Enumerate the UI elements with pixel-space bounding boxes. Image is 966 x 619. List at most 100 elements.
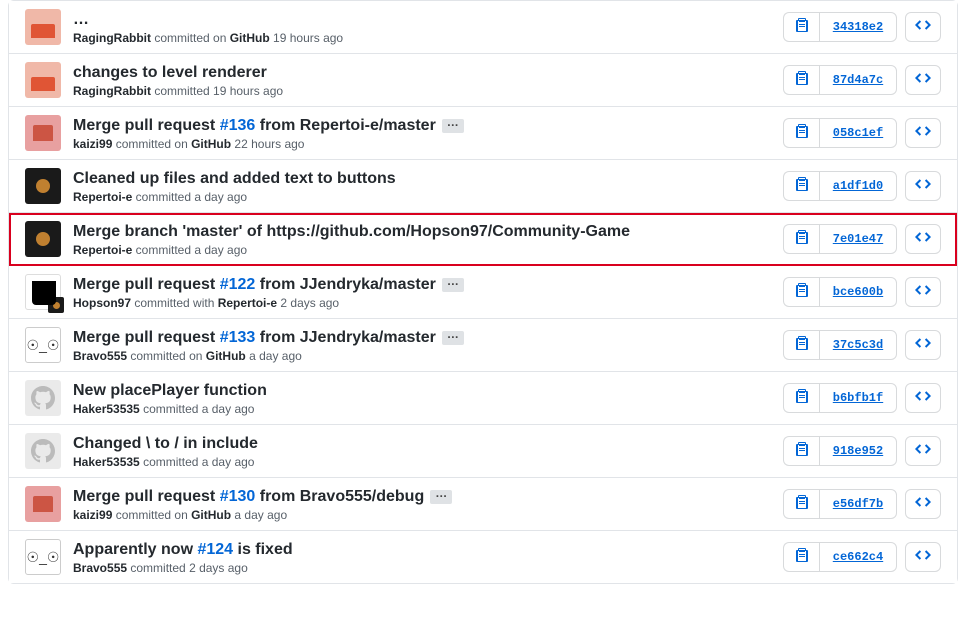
avatar[interactable] bbox=[25, 168, 61, 204]
avatar[interactable] bbox=[25, 539, 61, 575]
commit-actions: ce662c4 bbox=[783, 542, 941, 572]
avatar[interactable] bbox=[25, 274, 61, 310]
browse-repo-button[interactable] bbox=[905, 383, 941, 413]
commit-actions: b6bfb1f bbox=[783, 383, 941, 413]
commit-link[interactable]: changes to level renderer bbox=[73, 64, 267, 82]
commit-sha-link[interactable]: bce600b bbox=[819, 277, 897, 307]
commit-content: Apparently now #124 is fixed Bravo555 com… bbox=[25, 539, 783, 575]
copy-sha-button[interactable] bbox=[783, 224, 819, 254]
author-link[interactable]: RagingRabbit bbox=[73, 31, 151, 45]
copy-sha-button[interactable] bbox=[783, 65, 819, 95]
author-link[interactable]: Repertoi-e bbox=[73, 190, 132, 204]
expand-message-button[interactable] bbox=[442, 331, 464, 345]
title-pre: Merge pull request bbox=[73, 329, 220, 346]
avatar[interactable] bbox=[25, 380, 61, 416]
commit-sha-link[interactable]: 7e01e47 bbox=[819, 224, 897, 254]
copy-sha-button[interactable] bbox=[783, 277, 819, 307]
browse-repo-button[interactable] bbox=[905, 330, 941, 360]
browse-repo-button[interactable] bbox=[905, 277, 941, 307]
avatar[interactable] bbox=[25, 486, 61, 522]
commit-content: Merge branch 'master' of https://github.… bbox=[25, 221, 783, 257]
commit-link[interactable]: Merge pull request #136 from Repertoi-e/… bbox=[73, 117, 436, 135]
author-link[interactable]: Haker53535 bbox=[73, 455, 140, 469]
commit-info: Merge pull request #136 from Repertoi-e/… bbox=[73, 115, 783, 151]
browse-repo-button[interactable] bbox=[905, 171, 941, 201]
commit-actions: 34318e2 bbox=[783, 12, 941, 42]
commit-content: Changed \ to / in includeHaker53535 comm… bbox=[25, 433, 783, 469]
commit-sha-link[interactable]: a1df1d0 bbox=[819, 171, 897, 201]
avatar[interactable] bbox=[25, 327, 61, 363]
browse-repo-button[interactable] bbox=[905, 224, 941, 254]
copy-sha-button[interactable] bbox=[783, 436, 819, 466]
avatar[interactable] bbox=[25, 9, 61, 45]
copy-sha-button[interactable] bbox=[783, 542, 819, 572]
author-link[interactable]: RagingRabbit bbox=[73, 84, 151, 98]
commit-info: changes to level rendererRagingRabbit co… bbox=[73, 62, 783, 98]
commit-sha-link[interactable]: 37c5c3d bbox=[819, 330, 897, 360]
coauthor-link[interactable]: Repertoi-e bbox=[218, 296, 277, 310]
issue-link[interactable]: #136 bbox=[220, 117, 256, 134]
commit-item: …RagingRabbit committed on GitHub 19 hou… bbox=[9, 1, 957, 54]
commit-title: Merge pull request #133 from JJendryka/m… bbox=[73, 329, 783, 347]
commit-link[interactable]: Merge pull request #130 from Bravo555/de… bbox=[73, 488, 424, 506]
copy-sha-button[interactable] bbox=[783, 489, 819, 519]
commit-sha-link[interactable]: b6bfb1f bbox=[819, 383, 897, 413]
avatar[interactable] bbox=[25, 115, 61, 151]
commit-title: New placePlayer function bbox=[73, 382, 783, 400]
commit-link[interactable]: Merge pull request #122 from JJendryka/m… bbox=[73, 276, 436, 294]
meta-text: committed bbox=[132, 190, 194, 204]
issue-link[interactable]: #133 bbox=[220, 329, 256, 346]
issue-link[interactable]: #130 bbox=[220, 488, 256, 505]
copy-sha-button[interactable] bbox=[783, 383, 819, 413]
author-link[interactable]: Bravo555 bbox=[73, 349, 127, 363]
browse-repo-button[interactable] bbox=[905, 12, 941, 42]
commit-item: Changed \ to / in includeHaker53535 comm… bbox=[9, 425, 957, 478]
avatar[interactable] bbox=[25, 62, 61, 98]
commit-sha-link[interactable]: 058c1ef bbox=[819, 118, 897, 148]
commit-title: Merge pull request #130 from Bravo555/de… bbox=[73, 488, 783, 506]
code-icon bbox=[915, 335, 931, 355]
browse-repo-button[interactable] bbox=[905, 489, 941, 519]
author-link[interactable]: kaizi99 bbox=[73, 508, 112, 522]
avatar[interactable] bbox=[25, 221, 61, 257]
commit-link[interactable]: Apparently now #124 is fixed bbox=[73, 541, 293, 559]
sha-button-group: ce662c4 bbox=[783, 542, 897, 572]
browse-repo-button[interactable] bbox=[905, 542, 941, 572]
copy-sha-button[interactable] bbox=[783, 330, 819, 360]
commit-link[interactable]: Merge branch 'master' of https://github.… bbox=[73, 223, 630, 241]
commit-link[interactable]: Merge pull request #133 from JJendryka/m… bbox=[73, 329, 436, 347]
browse-repo-button[interactable] bbox=[905, 65, 941, 95]
clipboard-icon bbox=[794, 335, 810, 355]
commit-link[interactable]: … bbox=[73, 11, 89, 29]
commit-sha-link[interactable]: 87d4a7c bbox=[819, 65, 897, 95]
author-link[interactable]: Hopson97 bbox=[73, 296, 131, 310]
author-link[interactable]: Repertoi-e bbox=[73, 243, 132, 257]
commit-link[interactable]: Changed \ to / in include bbox=[73, 435, 258, 453]
author-link[interactable]: Haker53535 bbox=[73, 402, 140, 416]
commit-time: a day ago bbox=[194, 190, 247, 204]
copy-sha-button[interactable] bbox=[783, 118, 819, 148]
copy-sha-button[interactable] bbox=[783, 171, 819, 201]
avatar[interactable] bbox=[25, 433, 61, 469]
committer-avatar-badge bbox=[48, 297, 64, 313]
issue-link[interactable]: #122 bbox=[220, 276, 256, 293]
author-link[interactable]: kaizi99 bbox=[73, 137, 112, 151]
author-link[interactable]: Bravo555 bbox=[73, 561, 127, 575]
commit-sha-link[interactable]: 34318e2 bbox=[819, 12, 897, 42]
commit-sha-link[interactable]: e56df7b bbox=[819, 489, 897, 519]
expand-message-button[interactable] bbox=[442, 278, 464, 292]
commit-link[interactable]: New placePlayer function bbox=[73, 382, 267, 400]
issue-link[interactable]: #124 bbox=[197, 541, 233, 558]
commit-info: …RagingRabbit committed on GitHub 19 hou… bbox=[73, 9, 783, 45]
expand-message-button[interactable] bbox=[442, 119, 464, 133]
expand-message-button[interactable] bbox=[430, 490, 452, 504]
commit-link[interactable]: Cleaned up files and added text to butto… bbox=[73, 170, 396, 188]
copy-sha-button[interactable] bbox=[783, 12, 819, 42]
commit-title: changes to level renderer bbox=[73, 64, 783, 82]
browse-repo-button[interactable] bbox=[905, 436, 941, 466]
commit-info: Merge pull request #133 from JJendryka/m… bbox=[73, 327, 783, 363]
meta-text: committed bbox=[127, 561, 189, 575]
commit-sha-link[interactable]: 918e952 bbox=[819, 436, 897, 466]
browse-repo-button[interactable] bbox=[905, 118, 941, 148]
commit-sha-link[interactable]: ce662c4 bbox=[819, 542, 897, 572]
